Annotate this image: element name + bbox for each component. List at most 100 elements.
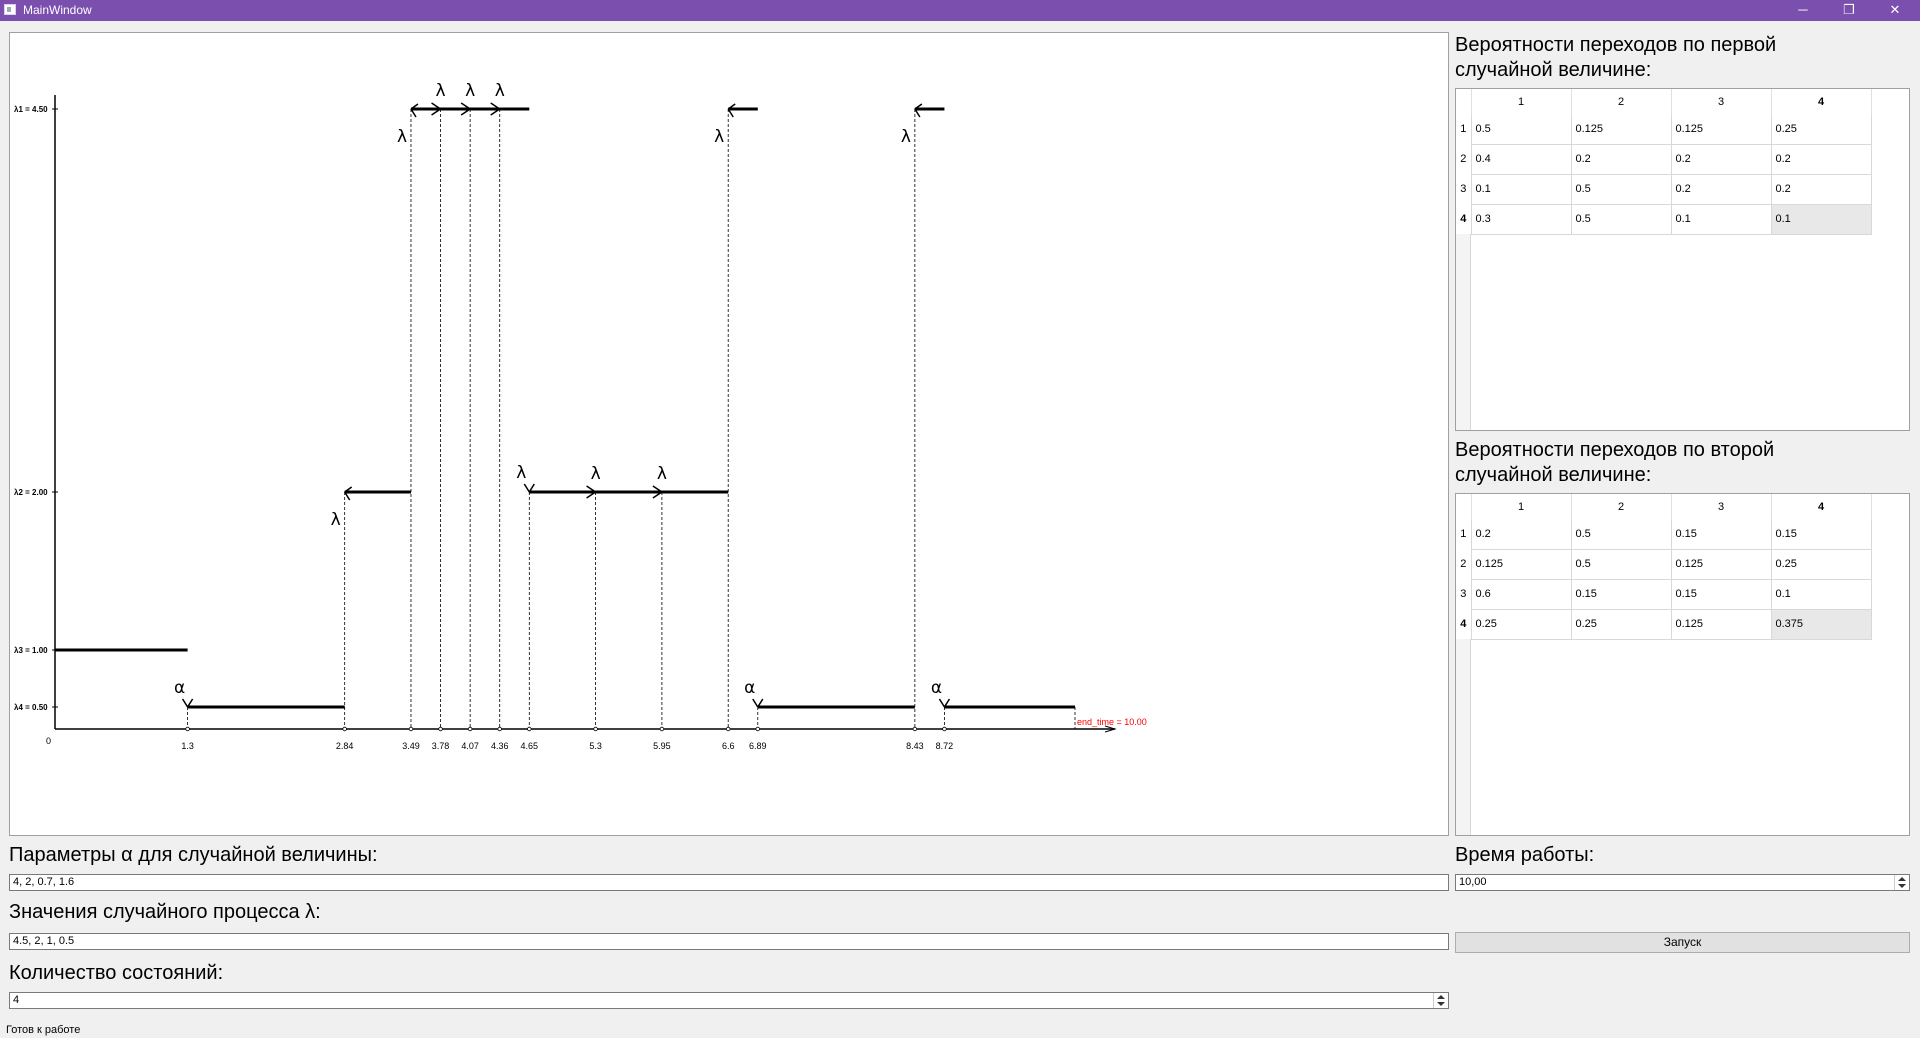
states-value: 4 — [13, 994, 20, 1006]
table-row: 2 0.4 0.2 0.2 0.2 — [1456, 144, 1872, 175]
table-cell[interactable]: 0.2 — [1671, 144, 1772, 175]
table-cell[interactable]: 0.2 — [1571, 144, 1672, 175]
table-cell[interactable]: 0.1 — [1671, 204, 1772, 235]
x-tick-mark — [726, 726, 731, 732]
x-tick-label: 1.3 — [181, 741, 194, 751]
states-spin-arrows[interactable] — [1433, 993, 1448, 1008]
table-row: 4 0.3 0.5 0.1 0.1 — [1456, 204, 1872, 235]
time-spinbox[interactable]: 10,00 — [1455, 874, 1910, 891]
table-cell[interactable]: 0.25 — [1571, 609, 1672, 640]
row-header[interactable]: 3 — [1456, 579, 1472, 609]
chart-panel: λ1 = 4.50 λ2 = 2.00 λ3 = 1.00 λ4 = 0.50 0 1.3… — [9, 32, 1449, 836]
table-cell[interactable]: 0.3 — [1471, 204, 1572, 235]
x-tick-label: 5.3 — [589, 741, 602, 751]
event-symbol: λ — [591, 464, 601, 484]
table-cell[interactable]: 0.125 — [1571, 114, 1672, 145]
lambda-input[interactable]: 4.5, 2, 1, 0.5 — [9, 933, 1449, 950]
event-symbol: λ — [397, 127, 407, 147]
table1-panel[interactable]: 1 2 3 4 1 0.5 0.125 0.125 0.25 2 0.4 0.2 0.2 0.2 3 0.1 0… — [1455, 88, 1910, 431]
x-tick-label: 8.72 — [936, 741, 954, 751]
row-header[interactable]: 3 — [1456, 174, 1472, 204]
table-cell[interactable]: 0.5 — [1571, 174, 1672, 205]
alpha-input[interactable]: 4, 2, 0.7, 1.6 — [9, 874, 1449, 891]
table-cell[interactable]: 0.5 — [1571, 519, 1672, 550]
table-cell[interactable]: 0.5 — [1571, 204, 1672, 235]
x-tick-label: 4.65 — [521, 741, 539, 751]
table-cell[interactable]: 0.125 — [1671, 609, 1772, 640]
event-symbol: λ — [657, 464, 667, 484]
event-symbol: λ — [901, 127, 911, 147]
table1-grid[interactable]: 1 2 3 4 1 0.5 0.125 0.125 0.25 2 0.4 0.2 0.2 0.2 3 0.1 0… — [1456, 89, 1872, 235]
table-cell[interactable]: 0.6 — [1471, 579, 1572, 610]
event-symbol: λ — [495, 81, 505, 101]
y-level-label: λ2 = 2.00 — [14, 488, 48, 497]
col-header[interactable]: 4 — [1771, 89, 1872, 114]
table-cell[interactable]: 0.25 — [1771, 114, 1872, 145]
origin-label: 0 — [46, 736, 51, 746]
table-cell[interactable]: 0.5 — [1471, 114, 1572, 145]
x-tick-label: 6.89 — [749, 741, 767, 751]
x-tick-mark — [593, 726, 598, 732]
x-tick-mark — [497, 726, 502, 732]
table-cell[interactable]: 0.2 — [1771, 174, 1872, 205]
col-header[interactable]: 4 — [1771, 494, 1872, 519]
table-cell[interactable]: 0.375 — [1771, 609, 1872, 640]
table-cell[interactable]: 0.2 — [1471, 519, 1572, 550]
table-cell[interactable]: 0.4 — [1471, 144, 1572, 175]
y-level-label: λ3 = 1.00 — [14, 646, 48, 655]
x-tick-mark — [408, 726, 414, 732]
time-value: 10,00 — [1459, 876, 1487, 888]
row-header[interactable]: 1 — [1456, 519, 1472, 549]
table-cell[interactable]: 0.125 — [1471, 549, 1572, 580]
table-cell[interactable]: 0.125 — [1671, 549, 1772, 580]
table-cell[interactable]: 0.1 — [1771, 579, 1872, 610]
event-symbol: λ — [465, 81, 475, 101]
table2-panel[interactable]: 1 2 3 4 1 0.2 0.5 0.15 0.15 2 0.125 0.5 0.125 0.25 3 0.… — [1455, 493, 1910, 836]
col-header[interactable]: 2 — [1571, 494, 1672, 519]
close-button[interactable]: ✕ — [1872, 0, 1918, 21]
x-tick-mark — [185, 726, 190, 732]
table-cell[interactable]: 0.15 — [1771, 519, 1872, 550]
x-tick-label: 4.07 — [461, 741, 479, 751]
x-tick-label: 4.36 — [491, 741, 509, 751]
table-cell[interactable]: 0.25 — [1471, 609, 1572, 640]
minimize-button[interactable]: ─ — [1780, 0, 1826, 21]
row-header[interactable]: 4 — [1456, 204, 1472, 234]
x-tick-label: 5.95 — [653, 741, 671, 751]
col-header[interactable]: 1 — [1471, 89, 1572, 114]
table2-grid[interactable]: 1 2 3 4 1 0.2 0.5 0.15 0.15 2 0.125 0.5 0.125 0.25 3 0.… — [1456, 494, 1872, 640]
table-row: 1 0.5 0.125 0.125 0.25 — [1456, 114, 1872, 145]
table2-title: Вероятности переходов по второй случайно… — [1455, 439, 1775, 486]
col-header[interactable]: 3 — [1671, 494, 1772, 519]
table-row: 3 0.6 0.15 0.15 0.1 — [1456, 579, 1872, 610]
event-symbol: λ — [436, 81, 446, 101]
table-cell[interactable]: 0.25 — [1771, 549, 1872, 580]
table-cell[interactable]: 0.15 — [1671, 519, 1772, 550]
x-tick-mark — [912, 726, 918, 732]
table-cell[interactable]: 0.1 — [1471, 174, 1572, 205]
states-spinbox[interactable]: 4 — [9, 992, 1449, 1009]
col-header[interactable]: 3 — [1671, 89, 1772, 114]
row-header[interactable]: 1 — [1456, 114, 1472, 144]
event-symbol: λ — [516, 463, 526, 483]
table-cell[interactable]: 0.2 — [1771, 144, 1872, 175]
col-header[interactable]: 2 — [1571, 89, 1672, 114]
event-symbol: λ — [714, 127, 724, 147]
y-level-label: λ4 = 0.50 — [14, 703, 48, 712]
col-header[interactable]: 1 — [1471, 494, 1572, 519]
table1-title: Вероятности переходов по первой случайно… — [1455, 34, 1777, 81]
row-header[interactable]: 2 — [1456, 144, 1472, 174]
table-cell[interactable]: 0.15 — [1571, 579, 1672, 610]
table-corner — [1456, 494, 1472, 519]
row-header[interactable]: 2 — [1456, 549, 1472, 579]
row-header[interactable]: 4 — [1456, 609, 1472, 639]
table-cell[interactable]: 0.1 — [1771, 204, 1872, 235]
run-button[interactable]: Запуск — [1455, 932, 1910, 953]
table-cell[interactable]: 0.125 — [1671, 114, 1772, 145]
x-tick-mark — [527, 726, 532, 732]
table-cell[interactable]: 0.2 — [1671, 174, 1772, 205]
table-cell[interactable]: 0.15 — [1671, 579, 1772, 610]
table-cell[interactable]: 0.5 — [1571, 549, 1672, 580]
time-spin-arrows[interactable] — [1894, 875, 1909, 890]
maximize-button[interactable]: ❐ — [1826, 0, 1872, 21]
